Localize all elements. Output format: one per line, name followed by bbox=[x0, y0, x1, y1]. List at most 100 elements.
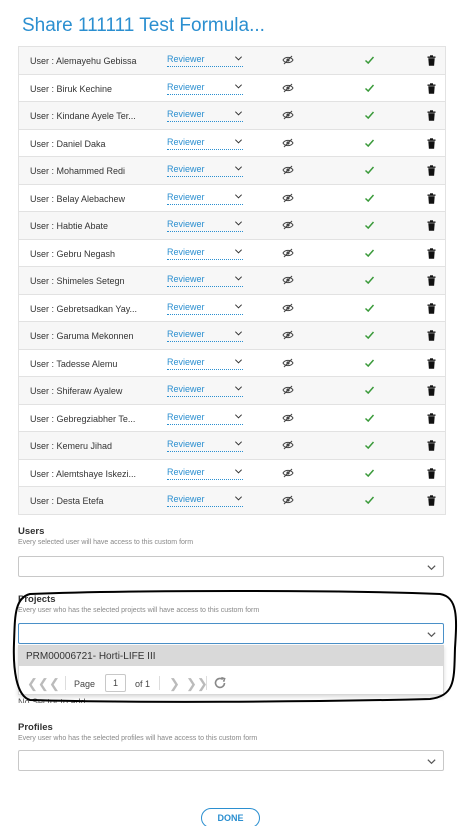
check-icon[interactable] bbox=[364, 495, 375, 505]
eye-off-icon[interactable] bbox=[282, 330, 294, 340]
user-name: User : Desta Etefa bbox=[30, 496, 104, 506]
profiles-hint: Every user who has the selected profiles… bbox=[18, 735, 258, 742]
role-value: Reviewer bbox=[167, 329, 205, 339]
chevron-down-icon bbox=[234, 496, 243, 501]
eye-off-icon[interactable] bbox=[282, 110, 294, 120]
check-icon[interactable] bbox=[364, 83, 375, 93]
eye-off-icon[interactable] bbox=[282, 440, 294, 450]
trash-icon[interactable] bbox=[427, 467, 436, 479]
eye-off-icon[interactable] bbox=[282, 468, 294, 478]
role-select[interactable]: Reviewer bbox=[167, 82, 243, 95]
role-value: Reviewer bbox=[167, 274, 205, 284]
check-icon[interactable] bbox=[364, 165, 375, 175]
role-select[interactable]: Reviewer bbox=[167, 54, 243, 67]
eye-off-icon[interactable] bbox=[282, 495, 294, 505]
chevron-down-icon bbox=[234, 111, 243, 116]
eye-off-icon[interactable] bbox=[282, 193, 294, 203]
check-icon[interactable] bbox=[364, 220, 375, 230]
eye-off-icon[interactable] bbox=[282, 358, 294, 368]
eye-off-icon[interactable] bbox=[282, 83, 294, 93]
users-hint: Every selected user will have access to … bbox=[18, 539, 194, 546]
eye-off-icon[interactable] bbox=[282, 385, 294, 395]
role-value: Reviewer bbox=[167, 494, 205, 504]
role-select[interactable]: Reviewer bbox=[167, 109, 243, 122]
eye-off-icon[interactable] bbox=[282, 138, 294, 148]
role-select[interactable]: Reviewer bbox=[167, 247, 243, 260]
role-select[interactable]: Reviewer bbox=[167, 439, 243, 452]
trash-icon[interactable] bbox=[427, 110, 436, 121]
role-select[interactable]: Reviewer bbox=[167, 274, 243, 287]
eye-off-icon[interactable] bbox=[282, 275, 294, 285]
user-row: User : Mohammed Redi Reviewer bbox=[18, 157, 446, 185]
check-icon[interactable] bbox=[364, 193, 375, 203]
eye-off-icon[interactable] bbox=[282, 55, 294, 65]
projects-select[interactable] bbox=[18, 623, 444, 644]
chevron-down-icon bbox=[234, 386, 243, 391]
role-select[interactable]: Reviewer bbox=[167, 137, 243, 150]
role-value: Reviewer bbox=[167, 136, 205, 147]
trash-icon[interactable] bbox=[427, 440, 436, 451]
check-icon[interactable] bbox=[364, 110, 375, 120]
role-select[interactable]: Reviewer bbox=[167, 164, 243, 177]
role-select[interactable]: Reviewer bbox=[167, 329, 243, 342]
eye-off-icon[interactable] bbox=[282, 413, 294, 423]
pager-page-input[interactable]: 1 bbox=[105, 674, 126, 692]
profiles-select[interactable] bbox=[18, 750, 444, 771]
trash-icon[interactable] bbox=[427, 495, 436, 506]
trash-icon[interactable] bbox=[427, 247, 436, 259]
role-select[interactable]: Reviewer bbox=[167, 494, 243, 507]
last-page-icon[interactable]: ❯❯ bbox=[186, 677, 208, 690]
role-value: Reviewer bbox=[167, 439, 205, 449]
trash-icon[interactable] bbox=[427, 82, 436, 94]
trash-icon[interactable] bbox=[427, 192, 436, 204]
trash-icon[interactable] bbox=[427, 137, 436, 149]
first-page-icon[interactable]: ❮❮ bbox=[27, 677, 49, 690]
role-value: Reviewer bbox=[167, 164, 205, 174]
role-select[interactable]: Reviewer bbox=[167, 467, 243, 480]
role-select[interactable]: Reviewer bbox=[167, 302, 243, 315]
next-page-icon[interactable]: ❯ bbox=[169, 677, 180, 690]
check-icon[interactable] bbox=[364, 440, 375, 450]
check-icon[interactable] bbox=[364, 248, 375, 258]
role-select[interactable]: Reviewer bbox=[167, 192, 243, 205]
refresh-icon[interactable] bbox=[213, 676, 227, 690]
check-icon[interactable] bbox=[364, 413, 375, 423]
trash-icon[interactable] bbox=[427, 357, 436, 369]
user-row: User : Alemayehu Gebissa Reviewer bbox=[18, 47, 446, 75]
trash-icon[interactable] bbox=[427, 220, 436, 231]
user-name: User : Biruk Kechine bbox=[30, 83, 113, 94]
pager-of-label: of 1 bbox=[135, 679, 151, 689]
trash-icon[interactable] bbox=[427, 302, 436, 314]
role-select[interactable]: Reviewer bbox=[167, 384, 243, 397]
prev-page-icon[interactable]: ❮ bbox=[49, 677, 60, 690]
check-icon[interactable] bbox=[364, 55, 375, 65]
trash-icon[interactable] bbox=[427, 412, 436, 424]
eye-off-icon[interactable] bbox=[282, 303, 294, 313]
check-icon[interactable] bbox=[364, 468, 375, 478]
check-icon[interactable] bbox=[364, 385, 375, 395]
trash-icon[interactable] bbox=[427, 165, 436, 176]
eye-off-icon[interactable] bbox=[282, 165, 294, 175]
check-icon[interactable] bbox=[364, 303, 375, 313]
eye-off-icon[interactable] bbox=[282, 248, 294, 258]
role-select[interactable]: Reviewer bbox=[167, 219, 243, 232]
trash-icon[interactable] bbox=[427, 385, 436, 396]
check-icon[interactable] bbox=[364, 330, 375, 340]
user-name: User : Mohammed Redi bbox=[30, 166, 126, 176]
user-row: User : Gebru Negash Reviewer bbox=[18, 239, 446, 267]
trash-icon[interactable] bbox=[427, 330, 436, 341]
users-select[interactable] bbox=[18, 556, 444, 577]
eye-off-icon[interactable] bbox=[282, 220, 294, 230]
dropdown-option-project[interactable]: PRM00006721- Horti-LIFE III bbox=[19, 646, 443, 666]
check-icon[interactable] bbox=[364, 358, 375, 368]
trash-icon[interactable] bbox=[427, 275, 436, 286]
role-select[interactable]: Reviewer bbox=[167, 412, 243, 425]
user-row: User : Alemtshaye Iskezi... Reviewer bbox=[18, 459, 446, 487]
done-button[interactable]: DONE bbox=[201, 808, 260, 826]
chevron-down-icon bbox=[234, 303, 243, 309]
role-select[interactable]: Reviewer bbox=[167, 357, 243, 370]
check-icon[interactable] bbox=[364, 275, 375, 285]
check-icon[interactable] bbox=[364, 138, 375, 148]
profiles-label: Profiles bbox=[18, 722, 53, 733]
trash-icon[interactable] bbox=[427, 55, 436, 66]
